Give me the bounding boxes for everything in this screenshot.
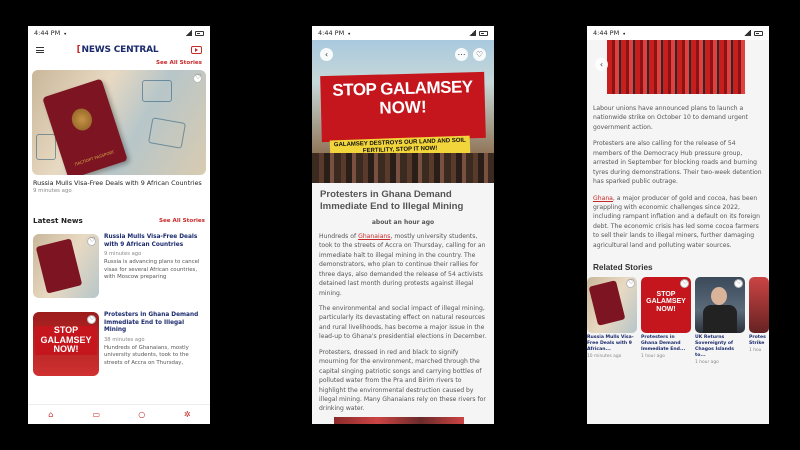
status-bar: 4:44 PM • bbox=[28, 26, 210, 40]
ghanaians-link[interactable]: Ghanaians bbox=[358, 233, 390, 240]
article-title: Protesters in Ghana Demand Immediate End… bbox=[320, 189, 464, 213]
battery-icon bbox=[195, 30, 204, 36]
related-thumbnail bbox=[749, 277, 769, 334]
app-bar: [NEWS CENTRAL bbox=[28, 40, 210, 60]
related-title: Protesters in Ghana Demand Immediate End… bbox=[641, 335, 686, 353]
hero-image[interactable]: ПАСПОРТ PASSPORT bbox=[32, 70, 206, 175]
related-time: 1 hou bbox=[749, 348, 762, 354]
signal-icon bbox=[744, 30, 751, 36]
card-time: 38 minutes ago bbox=[104, 336, 145, 343]
card-time: 9 minutes ago bbox=[104, 251, 142, 258]
video-icon[interactable] bbox=[191, 46, 202, 54]
favorite-icon[interactable] bbox=[193, 73, 202, 83]
article-paragraph: Labour unions have announced plans to la… bbox=[593, 105, 748, 131]
passport-graphic: ПАСПОРТ PASSPORT bbox=[42, 78, 128, 175]
stamp-graphic bbox=[148, 117, 186, 149]
related-title: Russia Mulls Visa-Free Deals with 9 Afri… bbox=[587, 335, 634, 353]
list-item[interactable]: STOP GALAMSEYNOW! Protesters in Ghana De… bbox=[28, 307, 210, 381]
bookmark-icon[interactable]: ▭ bbox=[92, 410, 101, 419]
notification-icon: • bbox=[622, 30, 627, 38]
card-excerpt: Hundreds of Ghanaians, mostly university… bbox=[104, 344, 189, 366]
share-icon[interactable]: ⋯ bbox=[455, 48, 468, 61]
signal-icon bbox=[469, 30, 476, 36]
see-all-stories-link[interactable]: See All Stories bbox=[28, 60, 210, 66]
related-thumbnail bbox=[587, 277, 637, 334]
related-story-card[interactable]: UK Returns Sovereignty of Chagos Islands… bbox=[695, 277, 745, 365]
related-title: UK Returns Sovereignty of Chagos Islands… bbox=[695, 335, 734, 359]
related-time: 1 hour ago bbox=[641, 354, 665, 360]
article-screen: 4:44 PM • STOP GALAMSEY NOW! GALAMSEY DES… bbox=[312, 26, 494, 424]
inline-image-strip bbox=[334, 417, 464, 424]
article-paragraph: The environmental and social impact of i… bbox=[319, 305, 487, 341]
related-stories-heading: Related Stories bbox=[593, 263, 653, 273]
home-screen: 4:44 PM • [NEWS CENTRAL See All Stories П… bbox=[28, 26, 210, 424]
status-time: 4:44 PM bbox=[318, 29, 345, 37]
related-story-card[interactable]: Protes Strike 1 hou bbox=[749, 277, 769, 365]
article-hero-image: STOP GALAMSEY NOW! GALAMSEY DESTROYS OUR… bbox=[312, 40, 494, 183]
protest-banner: STOP GALAMSEY NOW! bbox=[320, 71, 486, 143]
related-story-card[interactable]: STOP GALAMSEYNOW! Protesters in Ghana De… bbox=[641, 277, 691, 365]
article-thumbnail: STOP GALAMSEY NOW! bbox=[33, 312, 99, 377]
bottom-nav: ⌂ ▭ ○ ✲ bbox=[28, 404, 210, 424]
status-bar: 4:44 PM • bbox=[312, 26, 494, 40]
banner-graphic: STOP GALAMSEY NOW! bbox=[642, 291, 690, 314]
status-time: 4:44 PM bbox=[34, 29, 61, 37]
see-all-latest-link[interactable]: See All Stories bbox=[159, 218, 205, 224]
search-icon[interactable]: ○ bbox=[137, 410, 146, 419]
menu-icon[interactable] bbox=[36, 47, 44, 53]
list-item[interactable]: Russia Mulls Visa-Free Deals with 9 Afri… bbox=[28, 229, 210, 303]
related-stories-list: Russia Mulls Visa-Free Deals with 9 Afri… bbox=[587, 277, 769, 365]
article-paragraph: Ghana, a major producer of gold and coco… bbox=[593, 194, 760, 249]
status-time: 4:44 PM bbox=[593, 29, 620, 37]
article-time: about an hour ago bbox=[371, 218, 435, 226]
settings-icon[interactable]: ✲ bbox=[183, 410, 192, 419]
back-icon[interactable]: ‹ bbox=[320, 48, 333, 61]
article-thumbnail bbox=[33, 234, 99, 299]
article-paragraph: Protesters are also calling for the rele… bbox=[593, 140, 762, 186]
related-title: Protes Strike bbox=[749, 335, 766, 347]
battery-icon bbox=[754, 30, 763, 36]
notification-icon: • bbox=[347, 30, 352, 38]
status-bar: 4:44 PM • bbox=[587, 26, 769, 40]
favorite-icon[interactable] bbox=[734, 278, 743, 289]
home-icon[interactable]: ⌂ bbox=[46, 410, 55, 419]
related-thumbnail: STOP GALAMSEY NOW! bbox=[641, 277, 691, 334]
related-time: 10 minutes ago bbox=[587, 354, 622, 360]
banner-graphic: STOP GALAMSEY NOW! bbox=[35, 326, 97, 355]
stamp-graphic bbox=[36, 134, 56, 160]
crowd-graphic bbox=[312, 153, 494, 183]
related-thumbnail bbox=[695, 277, 745, 334]
card-title: Russia Mulls Visa-Free Deals with 9 Afri… bbox=[104, 234, 198, 248]
app-logo: [NEWS CENTRAL bbox=[76, 45, 159, 55]
notification-icon: • bbox=[63, 30, 68, 38]
favorite-icon[interactable] bbox=[626, 278, 635, 289]
article-paragraph: Hundreds of Ghanaians, mostly university… bbox=[319, 232, 486, 297]
article-continued-screen: 4:44 PM • ‹ Labour unions have announced … bbox=[587, 26, 769, 424]
battery-icon bbox=[479, 30, 488, 36]
latest-news-heading: Latest News bbox=[33, 216, 83, 226]
hero-time: 9 minutes ago bbox=[33, 188, 72, 195]
favorite-icon[interactable] bbox=[87, 314, 96, 325]
related-story-card[interactable]: Russia Mulls Visa-Free Deals with 9 Afri… bbox=[587, 277, 637, 365]
stamp-graphic bbox=[142, 80, 172, 102]
card-title: Protesters in Ghana Demand Immediate End… bbox=[104, 312, 199, 334]
hero-title[interactable]: Russia Mulls Visa-Free Deals with 9 Afri… bbox=[28, 175, 210, 188]
article-hero-image bbox=[607, 40, 745, 94]
card-excerpt: Russia is advancing plans to cancel visa… bbox=[104, 259, 200, 280]
favorite-icon[interactable] bbox=[680, 278, 689, 289]
article-paragraph: Protesters, dressed in red and black to … bbox=[319, 348, 486, 413]
favorite-icon[interactable] bbox=[87, 236, 96, 247]
back-icon[interactable]: ‹ bbox=[595, 58, 608, 71]
ghana-link[interactable]: Ghana bbox=[593, 195, 613, 202]
related-time: 1 hour ago bbox=[695, 360, 719, 365]
signal-icon bbox=[185, 30, 192, 36]
favorite-icon[interactable]: ♡ bbox=[473, 48, 486, 61]
